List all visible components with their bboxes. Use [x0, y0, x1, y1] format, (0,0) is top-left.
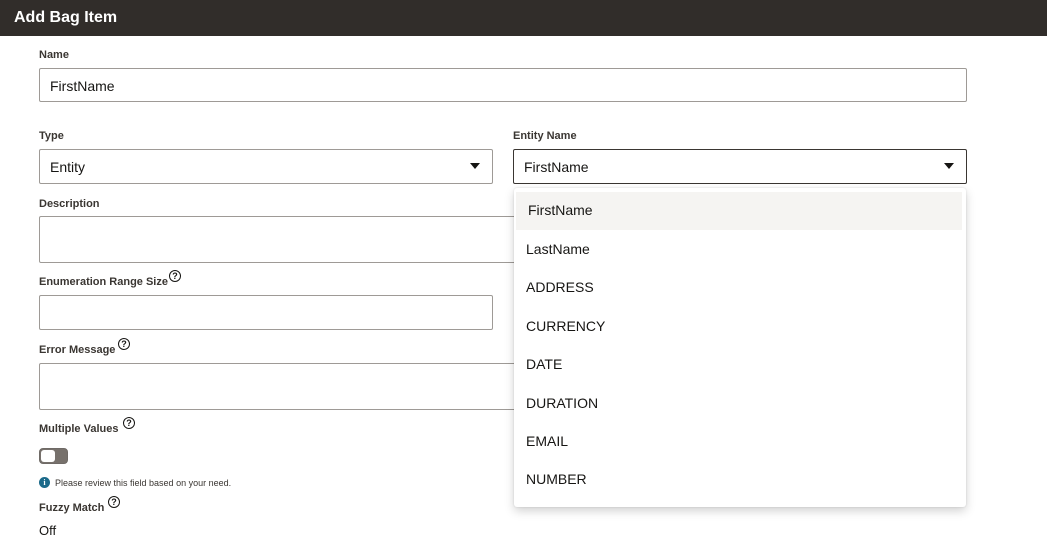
entity-name-select-value: FirstName — [524, 159, 589, 175]
name-input[interactable]: FirstName — [39, 68, 967, 102]
caret-down-icon — [944, 163, 954, 169]
question-circle-icon[interactable]: ? — [169, 270, 181, 282]
dropdown-option[interactable]: CURRENCY — [514, 308, 960, 346]
type-select-value: Entity — [50, 159, 86, 175]
dropdown-option[interactable]: DATE — [514, 346, 960, 384]
dropdown-option[interactable]: NUMBER — [514, 461, 960, 499]
description-label: Description — [39, 198, 100, 210]
multiple-values-hint: Please review this field based on your n… — [55, 478, 232, 488]
name-label: Name — [39, 49, 69, 61]
multiple-values-toggle[interactable] — [39, 448, 68, 464]
fuzzy-match-label: Fuzzy Match — [39, 502, 105, 514]
toggle-knob — [41, 450, 55, 462]
enumeration-range-size-input[interactable] — [39, 295, 493, 330]
error-message-label: Error Message — [39, 344, 116, 356]
dropdown-option[interactable]: DURATION — [514, 385, 960, 423]
entity-name-select[interactable]: FirstName — [513, 149, 967, 184]
entity-name-label: Entity Name — [513, 130, 577, 142]
question-circle-icon[interactable]: ? — [108, 496, 120, 508]
dialog-title: Add Bag Item — [0, 0, 1047, 36]
info-icon: i — [39, 477, 50, 488]
dropdown-option[interactable]: ADDRESS — [514, 269, 960, 307]
multiple-values-label: Multiple Values — [39, 423, 119, 435]
error-message-textarea[interactable] — [39, 363, 539, 410]
caret-down-icon — [470, 163, 480, 169]
entity-name-dropdown: FirstName LastName ADDRESS CURRENCY DATE… — [514, 188, 966, 507]
description-textarea[interactable] — [39, 216, 539, 263]
type-select[interactable]: Entity — [39, 149, 493, 184]
question-circle-icon[interactable]: ? — [118, 338, 130, 350]
dropdown-option[interactable]: FirstName — [516, 192, 962, 230]
dropdown-option[interactable]: LastName — [514, 231, 960, 269]
question-circle-icon[interactable]: ? — [123, 417, 135, 429]
enumeration-range-size-label: Enumeration Range Size — [39, 276, 168, 288]
dropdown-option[interactable]: EMAIL — [514, 423, 960, 461]
fuzzy-match-value: Off — [39, 523, 57, 538]
type-label: Type — [39, 130, 64, 142]
